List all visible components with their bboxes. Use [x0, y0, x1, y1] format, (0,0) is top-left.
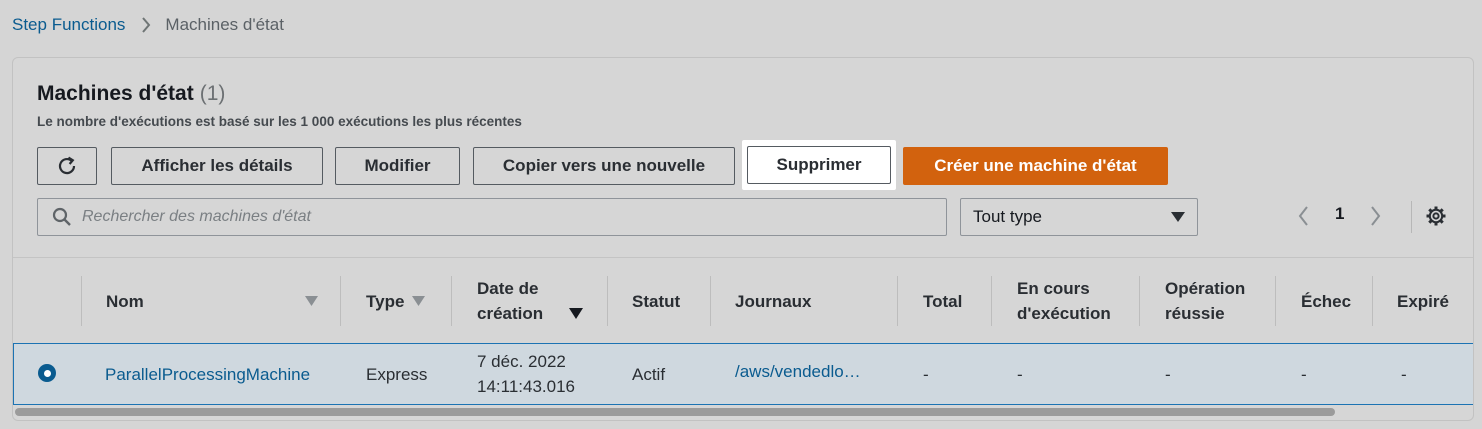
column-divider — [897, 276, 898, 326]
table-row[interactable]: ParallelProcessingMachine Express 7 déc.… — [13, 341, 1473, 405]
breadcrumb-step-functions-link[interactable]: Step Functions — [12, 15, 125, 35]
panel-description: Le nombre d'exécutions est basé sur les … — [37, 114, 522, 129]
row-type: Express — [366, 364, 428, 384]
search-box — [37, 198, 947, 236]
sort-down-icon — [569, 308, 584, 319]
column-divider — [1139, 276, 1140, 326]
column-divider — [607, 276, 608, 326]
radio-dot — [43, 369, 51, 377]
horizontal-scrollbar[interactable] — [15, 408, 1335, 416]
refresh-icon — [56, 155, 78, 177]
column-header-name-label: Nom — [106, 291, 144, 311]
column-divider — [451, 276, 452, 326]
column-divider — [1372, 276, 1373, 326]
column-header-running-line1: En cours — [1017, 279, 1090, 298]
edit-button[interactable]: Modifier — [335, 147, 460, 185]
delete-button[interactable]: Supprimer — [747, 146, 891, 184]
chevron-left-icon[interactable] — [1297, 205, 1309, 227]
column-header-succeeded[interactable]: Opération réussie — [1165, 258, 1245, 344]
type-filter-select[interactable]: Tout type — [960, 198, 1198, 236]
row-created-time: 14:11:43.016 — [477, 377, 575, 396]
breadcrumb-current: Machines d'état — [165, 15, 284, 34]
view-details-button[interactable]: Afficher les détails — [111, 147, 323, 185]
column-divider — [991, 276, 992, 326]
row-logs-link[interactable]: /aws/vendedlo… — [735, 341, 861, 401]
delete-button-highlight: Supprimer — [742, 140, 896, 190]
current-page-number[interactable]: 1 — [1335, 204, 1344, 224]
column-header-total[interactable]: Total — [923, 258, 962, 344]
row-running: - — [1017, 364, 1023, 384]
column-header-succeeded-line1: Opération — [1165, 279, 1246, 298]
column-header-created-line2: création — [477, 304, 544, 323]
column-header-running[interactable]: En cours d'exécution — [1017, 258, 1111, 344]
search-input[interactable] — [82, 208, 946, 226]
column-header-failed[interactable]: Échec — [1301, 258, 1351, 344]
column-header-created[interactable]: Date de création — [477, 258, 587, 344]
column-divider — [710, 276, 711, 326]
chevron-right-icon[interactable] — [1370, 205, 1382, 227]
row-failed: - — [1301, 364, 1307, 384]
column-header-succeeded-line2: réussie — [1165, 304, 1225, 323]
breadcrumb: Step Functions Machines d'état — [12, 14, 284, 36]
column-header-name[interactable]: Nom — [106, 258, 318, 344]
state-machine-name-link[interactable]: ParallelProcessingMachine — [105, 344, 310, 404]
sort-caret-icon — [305, 296, 318, 306]
caret-down-icon — [1171, 211, 1185, 223]
row-total: - — [923, 364, 929, 384]
column-header-status[interactable]: Statut — [632, 258, 680, 344]
column-header-logs[interactable]: Journaux — [735, 258, 812, 344]
type-filter-value: Tout type — [973, 207, 1042, 226]
column-divider — [340, 276, 341, 326]
column-divider — [81, 276, 82, 326]
row-created-date: 7 déc. 2022 — [477, 352, 566, 371]
row-select-radio[interactable] — [38, 364, 56, 382]
panel-title-count: (1) — [199, 82, 226, 105]
chevron-right-icon — [141, 17, 151, 33]
copy-to-new-button[interactable]: Copier vers une nouvelle — [473, 147, 735, 185]
column-header-type[interactable]: Type — [366, 258, 426, 344]
column-divider — [1275, 276, 1276, 326]
row-status: Actif — [632, 364, 666, 384]
column-header-running-line2: d'exécution — [1017, 304, 1111, 323]
row-succeeded: - — [1165, 364, 1171, 384]
toolbar-divider — [1411, 201, 1412, 233]
create-state-machine-button[interactable]: Créer une machine d'état — [903, 147, 1168, 185]
row-created: 7 déc. 2022 14:11:43.016 — [477, 344, 575, 404]
refresh-button[interactable] — [37, 147, 97, 185]
panel-title-text: Machines d'état — [37, 82, 194, 105]
panel-title: Machines d'état (1) — [37, 82, 225, 106]
table-header: Nom Type Date de création Statut Journau… — [13, 257, 1473, 344]
column-header-type-label: Type — [366, 291, 405, 311]
search-icon — [52, 207, 72, 227]
settings-gear-icon[interactable] — [1425, 205, 1447, 227]
state-machines-panel: Machines d'état (1) Le nombre d'exécution… — [12, 57, 1474, 421]
row-expired: - — [1401, 364, 1407, 384]
column-header-created-line1: Date de — [477, 279, 539, 298]
sort-caret-icon — [412, 296, 426, 306]
column-header-expired[interactable]: Expiré — [1397, 258, 1449, 344]
